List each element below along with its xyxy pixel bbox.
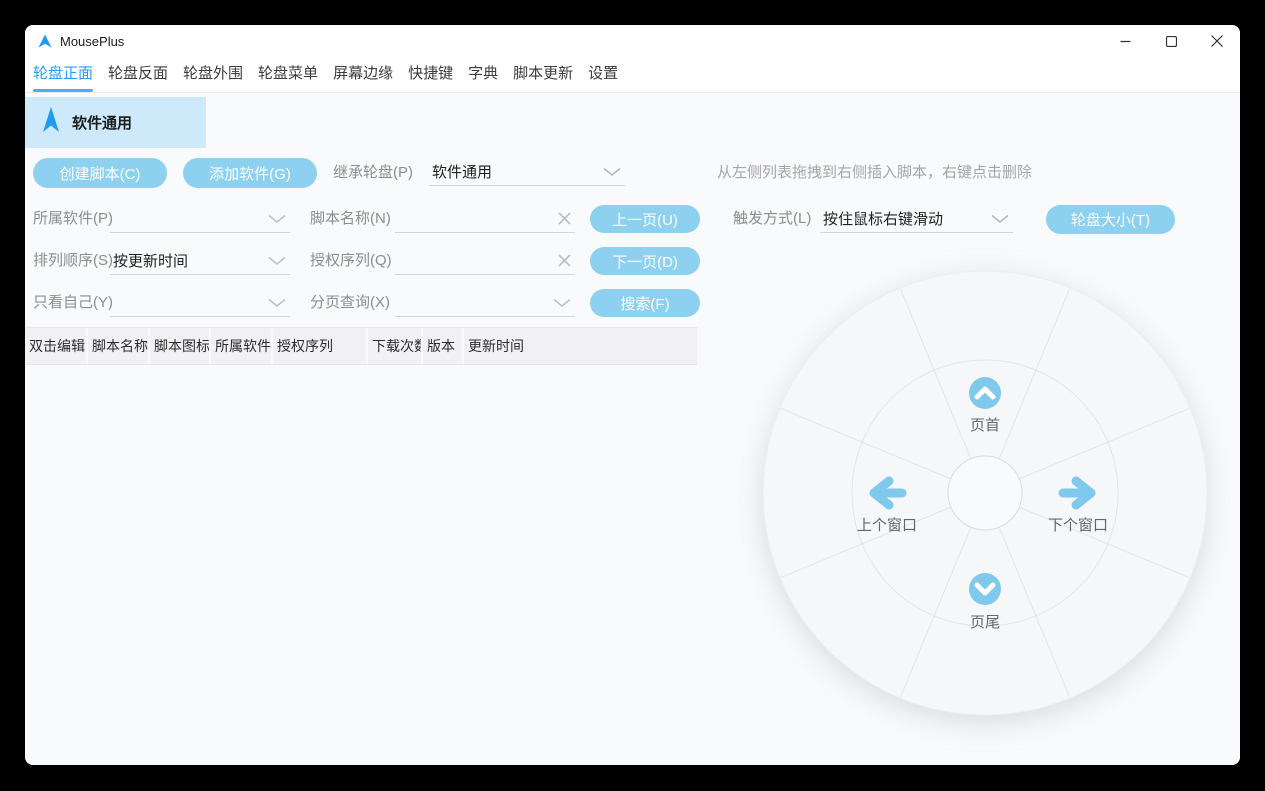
close-icon[interactable] bbox=[1194, 25, 1240, 57]
trigger-mode-label: 触发方式(L) bbox=[733, 210, 812, 227]
add-software-button[interactable]: 添加软件(G) bbox=[183, 158, 317, 188]
clear-x-icon[interactable] bbox=[558, 254, 571, 267]
clear-x-icon[interactable] bbox=[558, 212, 571, 225]
only-mine-label: 只看自己(Y) bbox=[33, 294, 113, 311]
tab-settings[interactable]: 设置 bbox=[588, 57, 618, 92]
wheel-preview[interactable]: 页首 上个窗口 下个窗口 页尾 bbox=[755, 263, 1215, 723]
chevron-down-icon bbox=[991, 214, 1009, 224]
create-script-button[interactable]: 创建脚本(C) bbox=[33, 158, 167, 188]
col-script-icon[interactable]: 脚本图标 bbox=[150, 328, 209, 364]
wheel-size-button[interactable]: 轮盘大小(T) bbox=[1046, 205, 1175, 234]
app-window: MousePlus 轮盘正面 轮盘反面 轮盘外围 轮盘菜单 屏幕边缘 快捷键 字… bbox=[25, 25, 1240, 765]
maximize-icon[interactable] bbox=[1148, 25, 1194, 57]
col-version[interactable]: 版本 bbox=[423, 328, 462, 364]
tab-bar: 轮盘正面 轮盘反面 轮盘外围 轮盘菜单 屏幕边缘 快捷键 字典 脚本更新 设置 bbox=[25, 57, 1240, 93]
sort-order-label: 排列顺序(S) bbox=[33, 252, 113, 269]
chevron-down-icon bbox=[553, 298, 571, 308]
col-double-click-edit[interactable]: 双击编辑 bbox=[25, 328, 86, 364]
page-query-label: 分页查询(X) bbox=[310, 294, 390, 311]
owner-software-label: 所属软件(P) bbox=[33, 210, 113, 227]
wheel-profile-item-selected[interactable]: 软件通用 bbox=[25, 97, 206, 148]
script-name-label: 脚本名称(N) bbox=[310, 210, 391, 227]
tab-hotkeys[interactable]: 快捷键 bbox=[408, 57, 453, 92]
col-owner-software[interactable]: 所属软件 bbox=[211, 328, 271, 364]
wheel-right-label: 下个窗口 bbox=[1048, 516, 1108, 534]
app-logo-icon bbox=[38, 34, 52, 49]
chevron-down-circle-icon[interactable] bbox=[969, 573, 1001, 605]
tab-wheel-back[interactable]: 轮盘反面 bbox=[108, 57, 168, 92]
inherit-wheel-select[interactable]: 软件通用 bbox=[429, 158, 625, 186]
tab-script-update[interactable]: 脚本更新 bbox=[513, 57, 573, 92]
drag-hint-text: 从左侧列表拖拽到右侧插入脚本，右键点击删除 bbox=[717, 164, 1033, 181]
chevron-down-icon bbox=[268, 256, 286, 266]
app-title: MousePlus bbox=[60, 33, 125, 49]
chevron-down-icon bbox=[603, 167, 621, 177]
prev-page-button[interactable]: 上一页(U) bbox=[590, 205, 700, 233]
minimize-icon[interactable] bbox=[1102, 25, 1148, 57]
sort-order-select[interactable]: 按更新时间 bbox=[110, 247, 290, 275]
chevron-down-icon bbox=[268, 298, 286, 308]
trigger-mode-select[interactable]: 按住鼠标右键滑动 bbox=[820, 205, 1013, 233]
chevron-up-circle-icon[interactable] bbox=[969, 377, 1001, 409]
col-auth-serial[interactable]: 授权序列 bbox=[273, 328, 366, 364]
wheel-bottom-label: 页尾 bbox=[970, 614, 1000, 631]
tab-wheel-outer[interactable]: 轮盘外围 bbox=[183, 57, 243, 92]
wheel-top-label: 页首 bbox=[970, 417, 1000, 434]
wheel-left-label: 上个窗口 bbox=[857, 516, 917, 534]
tab-wheel-menu[interactable]: 轮盘菜单 bbox=[258, 57, 318, 92]
profile-name: 软件通用 bbox=[72, 115, 133, 132]
inherit-wheel-label: 继承轮盘(P) bbox=[333, 164, 413, 181]
chevron-down-icon bbox=[268, 214, 286, 224]
trigger-mode-value: 按住鼠标右键滑动 bbox=[823, 211, 944, 228]
page-query-select[interactable] bbox=[395, 289, 575, 317]
col-download-count[interactable]: 下载次数 bbox=[368, 328, 421, 364]
tab-dictionary[interactable]: 字典 bbox=[468, 57, 498, 92]
titlebar: MousePlus bbox=[25, 25, 1240, 57]
search-button[interactable]: 搜索(F) bbox=[590, 289, 700, 317]
tab-screen-edge[interactable]: 屏幕边缘 bbox=[333, 57, 393, 92]
next-page-button[interactable]: 下一页(D) bbox=[590, 247, 700, 275]
only-mine-select[interactable] bbox=[110, 289, 290, 317]
script-name-input[interactable] bbox=[395, 205, 575, 233]
col-script-name[interactable]: 脚本名称 bbox=[88, 328, 148, 364]
sort-order-value: 按更新时间 bbox=[113, 253, 189, 270]
inherit-wheel-value: 软件通用 bbox=[432, 164, 493, 181]
col-update-time[interactable]: 更新时间 bbox=[464, 328, 697, 364]
script-table-header: 双击编辑 脚本名称 脚本图标 所属软件 授权序列 下载次数 版本 更新时间 bbox=[25, 327, 697, 365]
tab-wheel-front[interactable]: 轮盘正面 bbox=[33, 57, 94, 92]
owner-software-select[interactable] bbox=[110, 205, 290, 233]
auth-serial-label: 授权序列(Q) bbox=[310, 252, 392, 269]
wheel-center-circle bbox=[947, 455, 1023, 531]
profile-logo-icon bbox=[43, 107, 59, 138]
caption-buttons bbox=[1102, 25, 1240, 57]
auth-serial-input[interactable] bbox=[395, 247, 575, 275]
